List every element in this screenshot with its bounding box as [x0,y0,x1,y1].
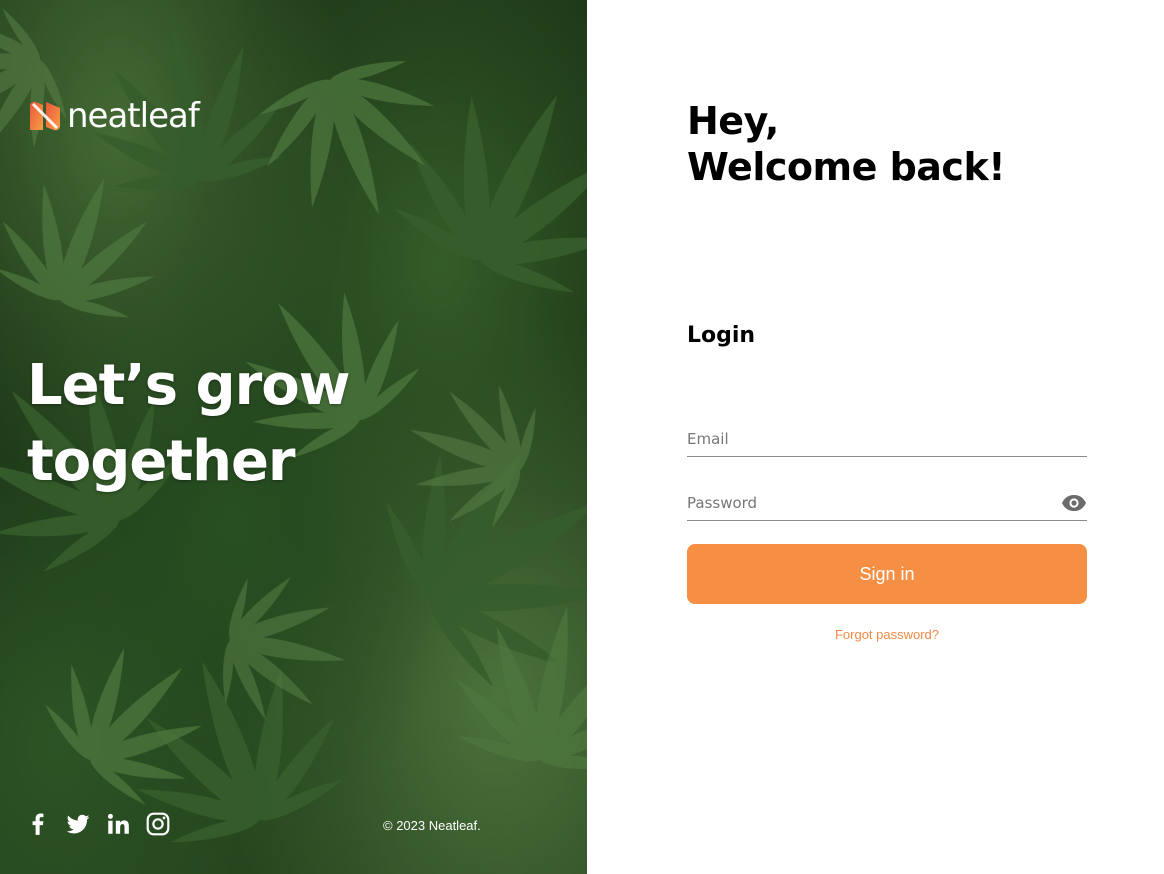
greeting-line-2: Welcome back! [687,145,1006,189]
instagram-icon[interactable] [145,811,171,837]
forgot-password-link[interactable]: Forgot password? [687,627,1087,642]
login-panel: Hey, Welcome back! Login Sign in Forgot … [587,0,1164,874]
show-password-eye-icon[interactable] [1061,493,1087,513]
login-heading: Login [687,323,756,348]
greeting-line-1: Hey, [687,99,779,143]
sign-in-button[interactable]: Sign in [687,544,1087,604]
linkedin-icon[interactable] [105,811,131,837]
tagline-line-1: Let’s grow [27,353,350,418]
password-field-container [687,488,1087,521]
copyright-text: © 2023 Neatleaf. [383,818,481,833]
hero-tagline: Let’s grow together [27,348,387,500]
tagline-line-2: together [27,429,296,494]
email-field-container [687,424,1087,457]
brand-name: neatleaf [67,96,200,136]
social-links [25,811,171,837]
brand-logo: neatleaf [27,96,200,136]
twitter-icon[interactable] [65,811,91,837]
email-input[interactable] [687,424,1047,454]
password-input[interactable] [687,488,1047,518]
facebook-icon[interactable] [25,811,51,837]
neatleaf-logo-icon [30,101,60,131]
welcome-greeting: Hey, Welcome back! [687,98,1006,190]
hero-panel: neatleaf Let’s grow together © 2023 Neat… [0,0,587,874]
